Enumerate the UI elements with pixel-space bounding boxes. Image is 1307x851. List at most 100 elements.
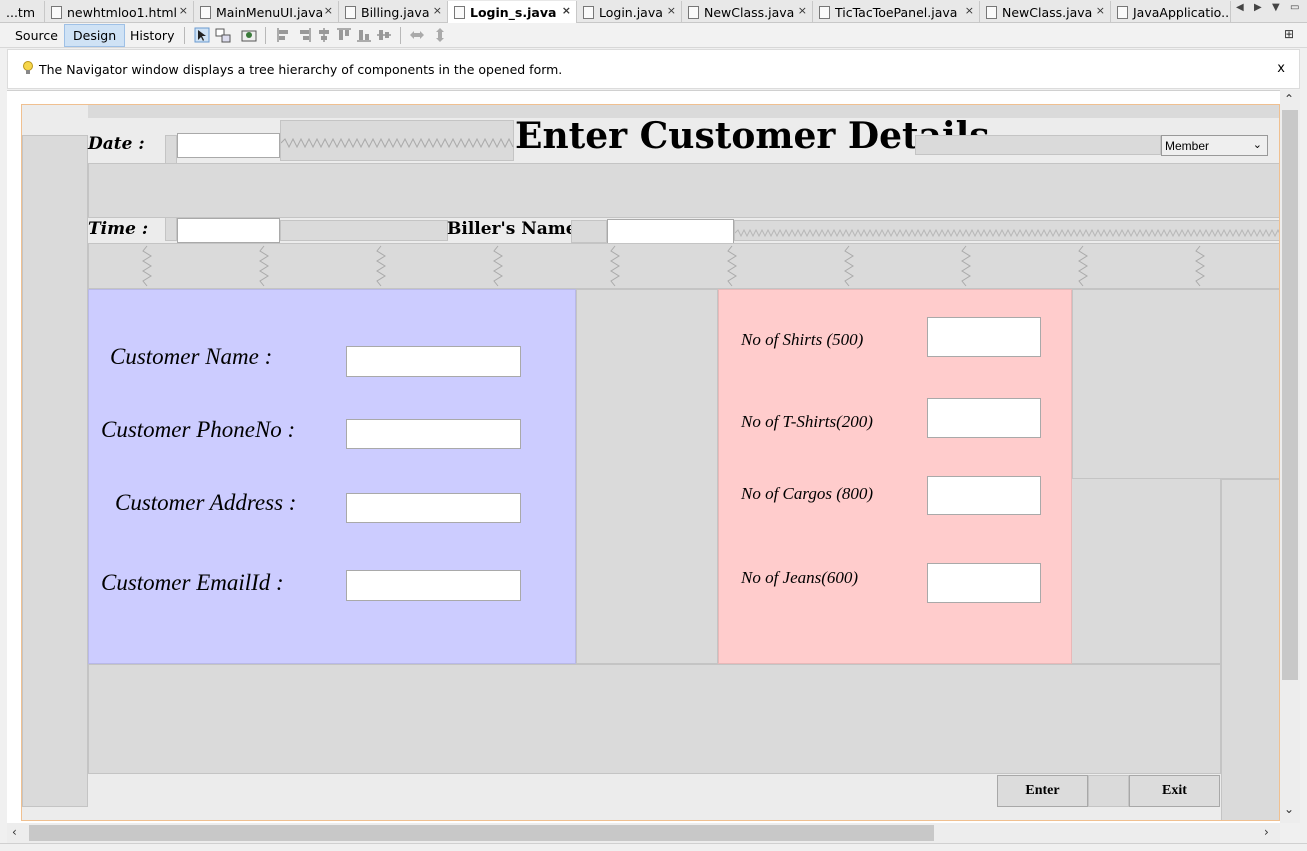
- exit-button[interactable]: Exit: [1129, 775, 1220, 807]
- enter-button[interactable]: Enter: [997, 775, 1088, 807]
- vertical-springs-gap: [88, 243, 1279, 289]
- toolbar-separator: [400, 27, 401, 44]
- horizontal-scrollbar[interactable]: ‹ ›: [7, 823, 1280, 843]
- connection-mode-icon[interactable]: [215, 27, 231, 43]
- design-button[interactable]: Design: [64, 24, 126, 47]
- customer-address-field[interactable]: [346, 493, 521, 523]
- align-top-icon[interactable]: [336, 27, 352, 43]
- window-restore-icon[interactable]: ▭: [1290, 2, 1299, 13]
- java-file-icon: [1117, 5, 1128, 19]
- button-gap: [1088, 775, 1129, 807]
- biller-name-field[interactable]: [607, 219, 734, 244]
- tab-javaapplication[interactable]: JavaApplicatio...: [1111, 1, 1231, 23]
- tab-label: ...tm: [6, 4, 35, 20]
- close-icon[interactable]: ×: [179, 4, 188, 17]
- scroll-left-icon[interactable]: ‹: [12, 825, 17, 839]
- history-button[interactable]: History: [122, 24, 182, 47]
- tab-login[interactable]: Login.java ×: [577, 1, 682, 23]
- cargos-quantity-field[interactable]: [927, 476, 1041, 515]
- scroll-right-icon[interactable]: ›: [1264, 825, 1269, 839]
- java-file-icon: [345, 5, 356, 19]
- editor-tab-bar: ...tm newhtmloo1.html × MainMenuUI.java …: [0, 0, 1307, 23]
- customer-address-label: Customer Address :: [115, 490, 297, 515]
- center-horizontally-icon[interactable]: [316, 27, 332, 43]
- tab-tictactoepanel[interactable]: TicTacToePanel.java ×: [813, 1, 980, 23]
- close-icon[interactable]: ×: [798, 4, 807, 17]
- hint-bar: The Navigator window displays a tree hie…: [7, 49, 1300, 89]
- close-icon[interactable]: ×: [1096, 4, 1105, 17]
- gap-box: [571, 220, 607, 243]
- close-icon[interactable]: ×: [965, 4, 974, 17]
- tab-mainmenuui[interactable]: MainMenuUI.java ×: [194, 1, 339, 23]
- close-icon[interactable]: ×: [667, 4, 676, 17]
- scroll-tabs-right-icon[interactable]: ▶: [1254, 2, 1262, 13]
- design-canvas: Date : Enter Customer Details Member ⌄ T…: [7, 90, 1300, 823]
- customer-name-label: Customer Name :: [110, 344, 273, 369]
- tab-label: Billing.java: [361, 4, 430, 20]
- panel-gap: [576, 289, 718, 664]
- lightbulb-icon: [23, 61, 33, 74]
- center-vertically-icon[interactable]: [376, 27, 392, 43]
- align-right-icon[interactable]: [296, 27, 312, 43]
- gap-zigzag: [280, 120, 514, 161]
- tab-newclass-2[interactable]: NewClass.java ×: [980, 1, 1111, 23]
- customer-phone-label: Customer PhoneNo :: [101, 417, 296, 442]
- horizontal-scroll-thumb[interactable]: [29, 825, 934, 841]
- tab-newhtmloo1[interactable]: newhtmloo1.html ×: [45, 1, 194, 23]
- shirts-quantity-field[interactable]: [927, 317, 1041, 357]
- time-label: Time :: [88, 219, 149, 239]
- tab-billing[interactable]: Billing.java ×: [339, 1, 448, 23]
- customer-name-field[interactable]: [346, 346, 521, 377]
- maximize-toolbar-icon[interactable]: ⊞: [1284, 27, 1294, 41]
- shirts-label: No of Shirts (500): [741, 330, 864, 349]
- member-select[interactable]: Member ⌄: [1161, 135, 1268, 156]
- gap-zigzag: [734, 220, 1279, 241]
- bottom-gap: [88, 664, 1221, 774]
- resize-vertical-icon[interactable]: [432, 27, 448, 43]
- close-icon[interactable]: ×: [433, 4, 442, 17]
- biller-name-label: Biller's Name :: [447, 219, 589, 239]
- vertical-scrollbar[interactable]: ⌃ ⌄: [1280, 90, 1300, 823]
- right-middle-gap: [1072, 479, 1221, 664]
- source-button[interactable]: Source: [7, 24, 66, 47]
- scroll-tabs-left-icon[interactable]: ◀: [1236, 2, 1244, 13]
- tab-tm[interactable]: ...tm: [0, 1, 45, 23]
- selection-mode-icon[interactable]: [194, 27, 210, 43]
- close-icon[interactable]: ×: [562, 4, 571, 17]
- align-left-icon[interactable]: [276, 27, 292, 43]
- close-icon[interactable]: ×: [324, 4, 333, 17]
- java-file-icon: [986, 5, 997, 19]
- scroll-down-icon[interactable]: ⌄: [1284, 802, 1294, 816]
- scroll-up-icon[interactable]: ⌃: [1284, 92, 1294, 106]
- tab-label: newhtmloo1.html: [67, 4, 178, 20]
- java-file-icon: [819, 5, 830, 19]
- tshirts-quantity-field[interactable]: [927, 398, 1041, 438]
- tab-list-dropdown-icon[interactable]: ▼: [1272, 2, 1280, 13]
- preview-design-icon[interactable]: [241, 27, 257, 43]
- cargos-label: No of Cargos (800): [741, 484, 874, 503]
- customer-phone-field[interactable]: [346, 419, 521, 449]
- vertical-scroll-thumb[interactable]: [1282, 110, 1298, 680]
- chevron-down-icon: ⌄: [1252, 138, 1262, 151]
- close-hint-button[interactable]: x: [1277, 61, 1285, 76]
- gap-box: [280, 220, 448, 241]
- customer-details-panel: Customer Name : Customer PhoneNo : Custo…: [88, 289, 576, 664]
- date-field[interactable]: [177, 133, 280, 158]
- customer-email-label: Customer EmailId :: [101, 570, 284, 595]
- status-strip: [0, 843, 1307, 851]
- tab-label: NewClass.java: [704, 4, 795, 20]
- customer-email-field[interactable]: [346, 570, 521, 601]
- row-gap: [88, 163, 1279, 218]
- date-label: Date :: [88, 134, 145, 154]
- align-bottom-icon[interactable]: [356, 27, 372, 43]
- jeans-label: No of Jeans(600): [741, 568, 859, 587]
- right-gap: [1072, 289, 1279, 479]
- time-field[interactable]: [177, 218, 280, 243]
- java-file-icon: [200, 5, 211, 19]
- tab-login-s[interactable]: Login_s.java ×: [448, 1, 577, 23]
- toolbar-separator: [184, 27, 185, 44]
- jeans-quantity-field[interactable]: [927, 563, 1041, 603]
- tab-newclass[interactable]: NewClass.java ×: [682, 1, 813, 23]
- resize-horizontal-icon[interactable]: [409, 27, 425, 43]
- spring-icon: [280, 137, 514, 149]
